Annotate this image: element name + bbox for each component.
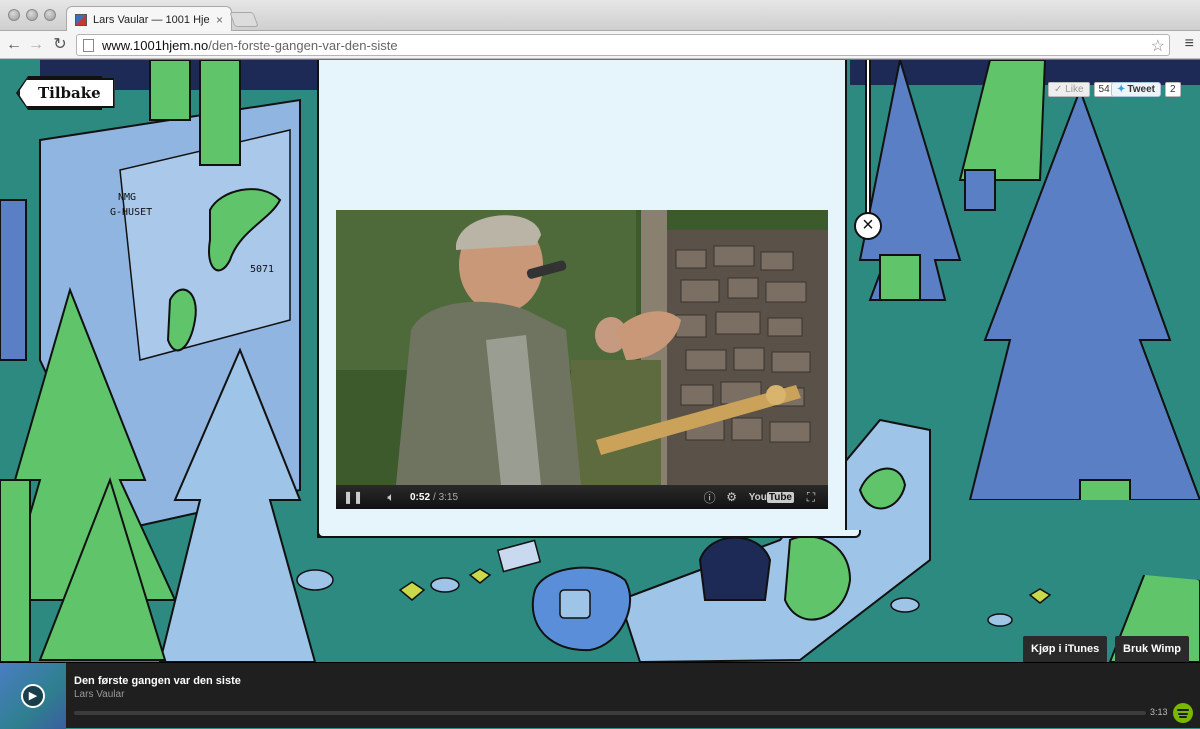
tweet-count: 2 [1165,81,1181,97]
page-canvas: NMG G-HUSET 5071 Tilbake ✓ Like 54 ✦ Twee… [0,60,1200,662]
spotify-icon[interactable] [1173,703,1193,723]
modal-bottom-edge [317,530,861,538]
browser-menu-icon[interactable]: ≡ [1185,35,1194,53]
video-controls: ❚❚ 🔈︎ 0:52 / 3:15 ⓘ ⚙ You Tube ⛶ [336,485,828,509]
close-modal-button[interactable]: × [854,212,882,240]
gear-icon[interactable]: ⚙ [721,490,743,504]
youtube-logo-tube: Tube [766,491,794,503]
browser-toolbar: ← → ↻ www.1001hjem.no/den-forste-gangen-… [0,31,1200,59]
window-minimize-button[interactable] [26,9,38,21]
doodle-text-g-huset: G-HUSET [110,207,152,218]
tweet-button[interactable]: ✦ Tweet [1111,81,1161,97]
pause-icon[interactable]: ❚❚ [342,490,364,504]
tab-title: Lars Vaular — 1001 Hjem [93,13,210,26]
like-label: Like [1065,83,1084,95]
music-player-bar: ▶ Den første gangen var den siste Lars V… [0,662,1200,729]
browser-tabstrip: Lars Vaular — 1001 Hjem × [0,0,1200,32]
track-progress-bar[interactable] [74,711,1146,715]
youtube-logo[interactable]: You Tube [748,491,794,503]
page-icon [83,38,94,52]
new-tab-button[interactable] [229,12,259,27]
browser-tab[interactable]: Lars Vaular — 1001 Hjem × [66,6,232,32]
info-icon[interactable]: ⓘ [699,489,721,506]
fullscreen-icon[interactable]: ⛶ [800,490,822,505]
video-frame [336,210,828,509]
doodle-text-5071: 5071 [250,264,274,275]
facebook-like-widget[interactable]: ✓ Like 54 [1048,80,1115,98]
video-total-time: / 3:15 [433,491,459,503]
youtube-logo-you: You [748,491,767,503]
url-host: www.1001hjem.no [102,37,209,53]
tweet-label: Tweet [1127,83,1155,95]
reload-icon[interactable]: ↻ [50,35,70,55]
back-button[interactable]: Tilbake [18,78,115,108]
address-bar[interactable]: www.1001hjem.no/den-forste-gangen-var-de… [76,34,1170,56]
window-close-button[interactable] [8,9,20,21]
volume-icon[interactable]: 🔈︎ [380,490,402,505]
use-wimp-button[interactable]: Bruk Wimp [1115,636,1189,662]
doodle-text-nmg: NMG [118,192,136,203]
url-path: /den-forste-gangen-var-den-siste [208,37,398,53]
bookmark-star-icon[interactable]: ☆ [1151,36,1165,56]
album-cover[interactable]: ▶ [0,663,66,729]
checkmark-icon: ✓ [1054,83,1066,95]
track-artist: Lars Vaular [74,689,125,700]
window-zoom-button[interactable] [44,9,56,21]
youtube-video-player[interactable]: ❚❚ 🔈︎ 0:52 / 3:15 ⓘ ⚙ You Tube ⛶ [336,210,828,509]
twitter-bird-icon: ✦ [1117,83,1126,95]
like-button[interactable]: ✓ Like [1048,81,1090,97]
tab-close-icon[interactable]: × [216,13,223,27]
track-duration: 3:13 [1150,707,1168,717]
forward-arrow-icon[interactable]: → [26,35,46,55]
site-favicon-icon [75,13,87,26]
close-button-cord [865,60,871,214]
back-arrow-icon[interactable]: ← [4,35,24,55]
buy-itunes-button[interactable]: Kjøp i iTunes [1023,636,1108,662]
play-button[interactable]: ▶ [21,684,45,708]
video-current-time: 0:52 [410,491,431,503]
track-title: Den første gangen var den siste [74,675,241,687]
tweet-widget[interactable]: ✦ Tweet 2 [1111,80,1181,98]
